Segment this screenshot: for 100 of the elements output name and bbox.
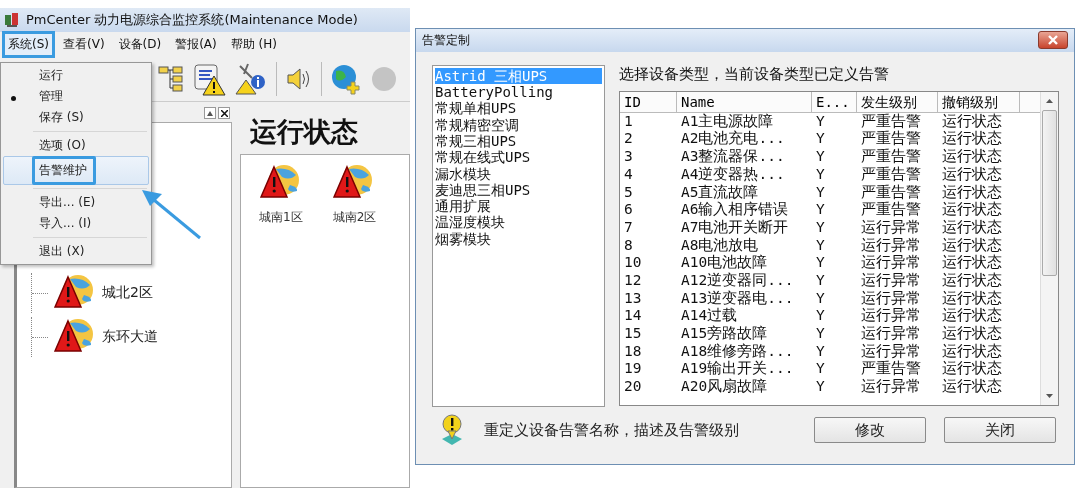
table-cell-text: 运行异常: [860, 254, 922, 272]
menu-item[interactable]: 运行: [3, 65, 149, 86]
table-cell-text: A1主电源故障: [680, 112, 775, 130]
table-cell-text: 严重告警: [860, 183, 922, 201]
window-title: PmCenter 动力电源综合监控系统(Maintenance Mode): [26, 11, 358, 29]
list-item[interactable]: 常规三相UPS: [435, 132, 602, 150]
pane-close-button[interactable]: [218, 107, 230, 119]
column-header[interactable]: E...: [812, 91, 857, 113]
table-cell-text: 1: [623, 112, 634, 131]
table-cell-text: 严重告警: [860, 112, 922, 130]
menu-item[interactable]: 导入... (I): [3, 213, 149, 234]
table-cell-text: 运行异常: [860, 378, 922, 396]
menu-item[interactable]: 选项 (O): [3, 135, 149, 156]
table-cell-text: Y: [815, 307, 826, 326]
site-label[interactable]: 城南2区: [332, 209, 377, 226]
dialog-button[interactable]: 修改: [814, 417, 926, 444]
table-cell-text: A15旁路故障: [680, 325, 769, 343]
table-cell-text: A19输出开关...: [680, 360, 795, 378]
menu-item[interactable]: 告警维护: [3, 156, 149, 185]
dialog-title: 告警定制: [422, 31, 470, 49]
list-item[interactable]: 漏水模块: [435, 165, 602, 182]
scroll-thumb[interactable]: [1042, 109, 1057, 276]
table-cell-text: Y: [815, 112, 826, 131]
dialog-button[interactable]: 关闭: [944, 417, 1056, 444]
menu-item[interactable]: 保存 (S): [3, 107, 149, 128]
prompt-text: 选择设备类型，当前设备类型已定义告警: [619, 64, 890, 84]
list-item[interactable]: 烟雾模块: [435, 230, 602, 248]
table-cell-text: Y: [815, 130, 826, 149]
menu-bar-item[interactable]: 系统(S): [2, 30, 55, 58]
table-cell-text: 运行状态: [941, 254, 1003, 272]
scroll-up-icon[interactable]: [1046, 98, 1053, 103]
table-cell-text: 运行异常: [860, 342, 922, 360]
table-cell-text: A12逆变器同...: [680, 271, 795, 290]
table-cell-text: 运行状态: [941, 342, 1003, 360]
column-header[interactable]: ID: [620, 91, 677, 113]
table-cell-text: Y: [815, 201, 826, 219]
table-cell-text: 10: [623, 254, 643, 272]
menu-item[interactable]: 导出... (E): [3, 192, 149, 213]
tree-item[interactable]: 城北2区: [102, 284, 153, 302]
menu-bar-item[interactable]: 设备(D): [112, 30, 168, 58]
table-cell-text: 运行状态: [941, 307, 1003, 325]
table-cell-text: Y: [815, 289, 826, 308]
alarm-list-icon[interactable]: [192, 61, 226, 96]
pane-scroll-button[interactable]: [204, 107, 216, 119]
close-button[interactable]: [1038, 31, 1068, 50]
menu-item[interactable]: 管理: [3, 86, 149, 107]
close-icon: [1048, 35, 1058, 46]
status-heading: 运行状态: [249, 115, 359, 149]
globe-add-icon[interactable]: [330, 62, 362, 95]
table-cell-text: Y: [815, 271, 826, 290]
table-cell-text: A18维修旁路...: [680, 342, 795, 360]
table-cell-text: A5直流故障: [680, 183, 760, 201]
list-item[interactable]: 常规单相UPS: [435, 100, 602, 117]
tree-item[interactable]: 东环大道: [102, 328, 158, 346]
table-cell-text: Y: [815, 236, 826, 255]
table-cell-text: 严重告警: [860, 130, 922, 148]
table-cell-text: 运行状态: [941, 236, 1003, 254]
table-cell-text: A4逆变器热...: [680, 165, 786, 184]
menu-bar-item[interactable]: 警报(A): [169, 30, 223, 58]
table-cell-text: 严重告警: [860, 360, 922, 378]
table-cell-text: 运行状态: [941, 378, 1003, 396]
site-label[interactable]: 城南1区: [259, 209, 303, 226]
table-cell-text: 运行异常: [860, 271, 922, 290]
table-cell-text: A6输入相序错误: [680, 201, 790, 219]
table-cell-text: Y: [815, 378, 826, 396]
table-cell-text: 15: [623, 325, 643, 343]
list-item[interactable]: 常规精密空调: [435, 116, 602, 133]
list-item[interactable]: BatteryPolling: [435, 84, 602, 101]
menu-item[interactable]: 退出 (X): [3, 241, 149, 262]
table-cell-text: 2: [623, 130, 634, 149]
table-cell-text: Y: [815, 165, 826, 184]
table-cell-text: 运行异常: [860, 289, 922, 307]
table-cell-text: Y: [815, 254, 826, 272]
menu-bar-item[interactable]: 帮助 (H): [224, 30, 283, 58]
scroll-down-icon[interactable]: [1046, 393, 1053, 398]
vertical-scrollbar[interactable]: [1040, 91, 1058, 405]
table-cell-text: 严重告警: [860, 201, 922, 219]
table-cell-text: 运行状态: [941, 218, 1003, 237]
table-cell-text: A8电池放电: [680, 236, 760, 254]
table-cell-text: 运行状态: [941, 183, 1003, 201]
table-cell-text: 运行状态: [941, 289, 1003, 307]
table-cell-text: A20风扇故障: [680, 378, 769, 396]
menu-bar-item[interactable]: 查看(V): [57, 30, 111, 58]
table-cell-text: 运行异常: [860, 325, 922, 343]
table-cell-text: 严重告警: [860, 165, 922, 184]
satellite-info-icon[interactable]: [234, 61, 268, 96]
table-cell-text: 13: [623, 289, 643, 308]
column-header[interactable]: 发生级别: [857, 91, 938, 113]
list-item[interactable]: 通用扩展: [435, 198, 602, 215]
tree-icon[interactable]: [158, 64, 184, 93]
table-cell-text: 运行状态: [941, 360, 1003, 378]
close-icon: [220, 109, 228, 117]
column-header[interactable]: Name: [677, 91, 812, 113]
list-item[interactable]: 温湿度模块: [435, 214, 602, 231]
list-item[interactable]: 麦迪思三相UPS: [435, 181, 602, 199]
column-header[interactable]: 撤销级别: [938, 91, 1020, 113]
list-item[interactable]: 常规在线式UPS: [435, 149, 602, 166]
pointer-arrow-icon: [140, 188, 202, 240]
up-triangle-icon: [207, 110, 213, 116]
app-logo-icon: [4, 12, 20, 28]
